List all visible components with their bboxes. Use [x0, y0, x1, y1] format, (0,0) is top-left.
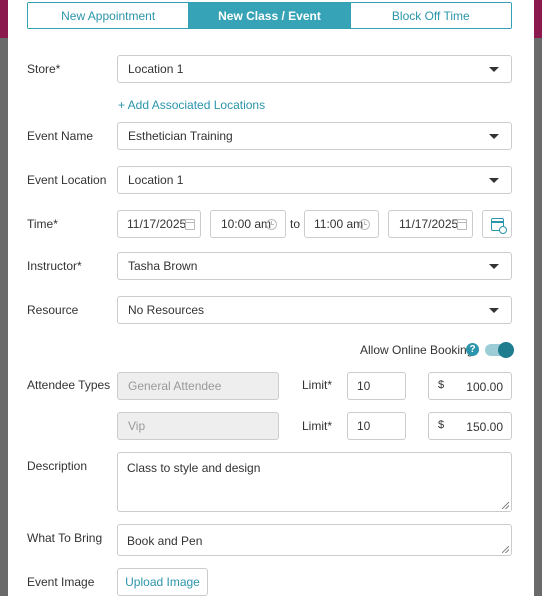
event-modal: New Appointment New Class / Event Block …: [8, 0, 534, 596]
start-time-value: 10:00 am: [221, 217, 272, 231]
clock-icon: [266, 219, 277, 230]
resize-grip-icon[interactable]: [502, 502, 509, 509]
event-location-label: Event Location: [27, 173, 107, 187]
resource-select[interactable]: No Resources: [117, 296, 512, 324]
resize-grip-icon[interactable]: [502, 546, 509, 553]
price-input[interactable]: $ 100.00: [428, 372, 512, 400]
description-label: Description: [27, 459, 88, 473]
instructor-select[interactable]: Tasha Brown: [117, 252, 512, 280]
chevron-down-icon: [489, 264, 499, 269]
backdrop-accent-left: [0, 0, 8, 38]
backdrop-accent-right: [534, 0, 542, 38]
allow-online-booking-toggle[interactable]: [485, 342, 514, 358]
toggle-knob: [498, 342, 514, 358]
price-value: 150.00: [466, 420, 503, 434]
mode-tabs: New Appointment New Class / Event Block …: [27, 2, 512, 29]
start-date-value: 11/17/2025: [127, 217, 187, 231]
limit-label: Limit*: [302, 378, 333, 392]
attendee-type-name: Vip: [117, 412, 279, 440]
store-label: Store*: [27, 62, 61, 76]
limit-input[interactable]: 10: [347, 372, 406, 400]
tab-block-off-time[interactable]: Block Off Time: [349, 3, 511, 28]
time-separator: to: [290, 217, 301, 231]
currency-symbol: $: [438, 419, 445, 431]
calendar-refresh-button[interactable]: [482, 210, 512, 238]
price-value: 100.00: [466, 380, 503, 394]
backdrop-right: [534, 0, 542, 596]
attendee-type-name: General Attendee: [117, 372, 279, 400]
allow-online-booking-label: Allow Online Booking: [360, 343, 474, 357]
what-to-bring-value: Book and Pen: [127, 534, 203, 548]
help-icon[interactable]: ?: [466, 343, 479, 356]
event-name-select[interactable]: Esthetician Training: [117, 122, 512, 150]
end-date-input[interactable]: 11/17/2025: [388, 210, 473, 238]
chevron-down-icon: [489, 308, 499, 313]
calendar-icon: [457, 219, 467, 230]
store-select[interactable]: Location 1: [117, 55, 512, 83]
event-name-label: Event Name: [27, 129, 94, 143]
event-name-value: Esthetician Training: [128, 129, 233, 143]
end-date-value: 11/17/2025: [399, 217, 459, 231]
instructor-value: Tasha Brown: [128, 259, 198, 273]
event-location-select[interactable]: Location 1: [117, 166, 512, 194]
currency-symbol: $: [438, 379, 445, 391]
add-associated-locations-link[interactable]: + Add Associated Locations: [118, 98, 265, 112]
description-textarea[interactable]: Class to style and design: [117, 452, 512, 512]
chevron-down-icon: [489, 178, 499, 183]
attendee-types-label: Attendee Types: [27, 378, 111, 392]
what-to-bring-textarea[interactable]: Book and Pen: [117, 524, 512, 556]
tab-new-appointment[interactable]: New Appointment: [28, 3, 189, 28]
end-time-input[interactable]: 11:00 am: [304, 210, 379, 238]
tab-new-class-event[interactable]: New Class / Event: [188, 3, 350, 28]
upload-image-button[interactable]: Upload Image: [117, 568, 208, 596]
instructor-label: Instructor*: [27, 259, 82, 273]
description-value: Class to style and design: [127, 461, 261, 475]
price-input[interactable]: $ 150.00: [428, 412, 512, 440]
resource-label: Resource: [27, 303, 79, 317]
store-value: Location 1: [128, 62, 184, 76]
limit-input[interactable]: 10: [347, 412, 406, 440]
clock-icon: [359, 219, 370, 230]
backdrop-left: [0, 0, 8, 596]
limit-label: Limit*: [302, 419, 333, 433]
start-time-input[interactable]: 10:00 am: [210, 210, 286, 238]
time-label: Time*: [27, 217, 58, 231]
calendar-icon: [185, 219, 195, 230]
what-to-bring-label: What To Bring: [27, 531, 103, 545]
calendar-refresh-icon: [491, 218, 507, 234]
chevron-down-icon: [489, 67, 499, 72]
resource-value: No Resources: [128, 303, 205, 317]
end-time-value: 11:00 am: [314, 217, 364, 231]
start-date-input[interactable]: 11/17/2025: [117, 210, 201, 238]
event-location-value: Location 1: [128, 173, 184, 187]
chevron-down-icon: [489, 134, 499, 139]
event-image-label: Event Image: [27, 575, 95, 589]
